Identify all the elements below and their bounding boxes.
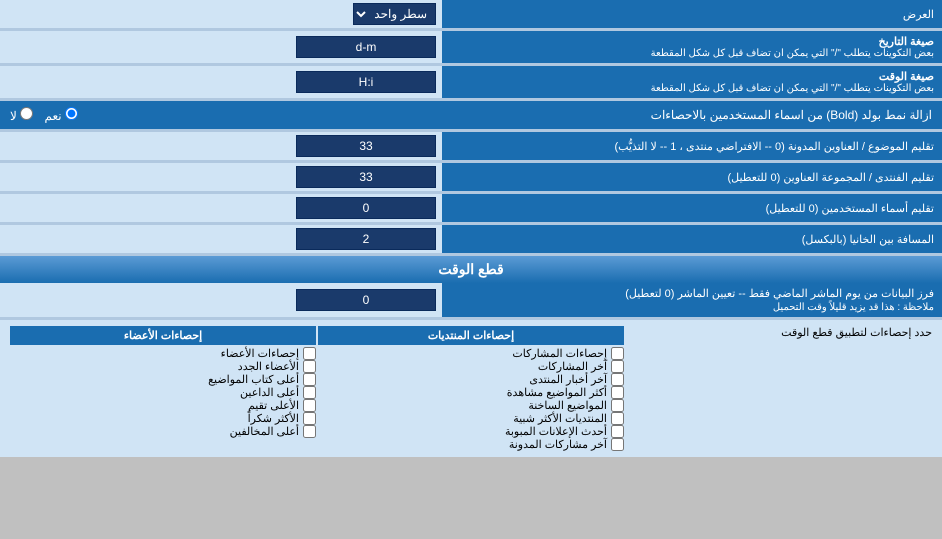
cb-item: أعلى المخالفين (10, 425, 316, 438)
cb-most-thanks[interactable] (303, 412, 316, 425)
cb-item: الأعلى تقيم (10, 399, 316, 412)
time-cut-label: فرز البيانات من يوم الماشر الماضي فقط --… (442, 283, 942, 317)
limit-label: حدد إحصاءات لتطبيق قطع الوقت (626, 326, 932, 451)
cb-item: إحصاءات المشاركات (318, 347, 624, 360)
gap-input[interactable] (296, 228, 436, 250)
cb-top-posters[interactable] (303, 373, 316, 386)
topic-count-cell (0, 132, 442, 160)
cb-blog-posts[interactable] (611, 438, 624, 451)
cb-most-viewed[interactable] (611, 386, 624, 399)
date-format-input[interactable] (296, 36, 436, 58)
forum-count-label: تقليم الفنتدى / المجموعة العناوين (0 للت… (442, 163, 942, 191)
display-input-cell: سطر واحد (0, 0, 442, 28)
cb-item: إحصاءات الأعضاء (10, 347, 316, 360)
username-count-input[interactable] (296, 197, 436, 219)
time-cut-header: قطع الوقت (0, 256, 942, 283)
cb-popular-forums[interactable] (611, 412, 624, 425)
cb-item: أحدث الإعلانات المبوبة (318, 425, 624, 438)
forums-col-header: إحصاءات المنتديات (318, 326, 624, 345)
cb-new-members[interactable] (303, 360, 316, 373)
bold-remove-row: ازالة نمط بولد (Bold) من اسماء المستخدمي… (0, 101, 942, 129)
cb-members-stats[interactable] (303, 347, 316, 360)
radio-yes-label[interactable]: نعم (41, 109, 78, 123)
gap-label: المسافة بين الخانيا (بالبكسل) (442, 225, 942, 253)
cb-item: المواضيع الساخنة (318, 399, 624, 412)
stats-col-forums: إحصاءات المنتديات إحصاءات المشاركات آخر … (318, 326, 624, 451)
cb-item: أعلى كتاب المواضيع (10, 373, 316, 386)
cb-hot-topics[interactable] (611, 399, 624, 412)
time-cut-input[interactable] (296, 289, 436, 311)
cb-item: الأكثر شكراً (10, 412, 316, 425)
cb-posts-stats[interactable] (611, 347, 624, 360)
bold-remove-options: نعم لا (10, 107, 189, 123)
username-count-cell (0, 194, 442, 222)
radio-no-label[interactable]: لا (10, 109, 33, 123)
stats-col-members: إحصاءات الأعضاء إحصاءات الأعضاء الأعضاء … (10, 326, 316, 451)
cb-top-violations[interactable] (303, 425, 316, 438)
cb-classifieds[interactable] (611, 425, 624, 438)
display-dropdown[interactable]: سطر واحد (353, 3, 436, 25)
gap-cell (0, 225, 442, 253)
topic-count-label: تقليم الموضوع / العناوين المدونة (0 -- ا… (442, 132, 942, 160)
forum-count-cell (0, 163, 442, 191)
radio-yes[interactable] (65, 107, 78, 120)
cb-top-rated[interactable] (303, 399, 316, 412)
time-format-input[interactable] (296, 71, 436, 93)
bold-remove-label: ازالة نمط بولد (Bold) من اسماء المستخدمي… (191, 107, 932, 123)
cb-item: أعلى الداعين (10, 386, 316, 399)
time-format-label: صيغة الوقت بعض التكوينات يتطلب "/" التي … (442, 66, 942, 98)
cb-top-inviters[interactable] (303, 386, 316, 399)
time-cut-cell (0, 283, 442, 317)
cb-forum-news[interactable] (611, 373, 624, 386)
cb-item: أكثر المواضيع مشاهدة (318, 386, 624, 399)
cb-last-posts[interactable] (611, 360, 624, 373)
display-label: العرض (442, 0, 942, 28)
date-format-cell (0, 31, 442, 63)
date-format-label: صيغة التاريخ بعض التكوينات يتطلب "/" الت… (442, 31, 942, 63)
username-count-label: تقليم أسماء المستخدمين (0 للتعطيل) (442, 194, 942, 222)
cb-item: آخر أخبار المنتدى (318, 373, 624, 386)
members-col-header: إحصاءات الأعضاء (10, 326, 316, 345)
radio-no[interactable] (20, 107, 33, 120)
stats-section: حدد إحصاءات لتطبيق قطع الوقت إحصاءات الم… (0, 320, 942, 457)
time-format-cell (0, 66, 442, 98)
forum-count-input[interactable] (296, 166, 436, 188)
topic-count-input[interactable] (296, 135, 436, 157)
cb-item: الأعضاء الجدد (10, 360, 316, 373)
cb-item: المنتديات الأكثر شبية (318, 412, 624, 425)
cb-item: آخر مشاركات المدونة (318, 438, 624, 451)
cb-item: آخر المشاركات (318, 360, 624, 373)
